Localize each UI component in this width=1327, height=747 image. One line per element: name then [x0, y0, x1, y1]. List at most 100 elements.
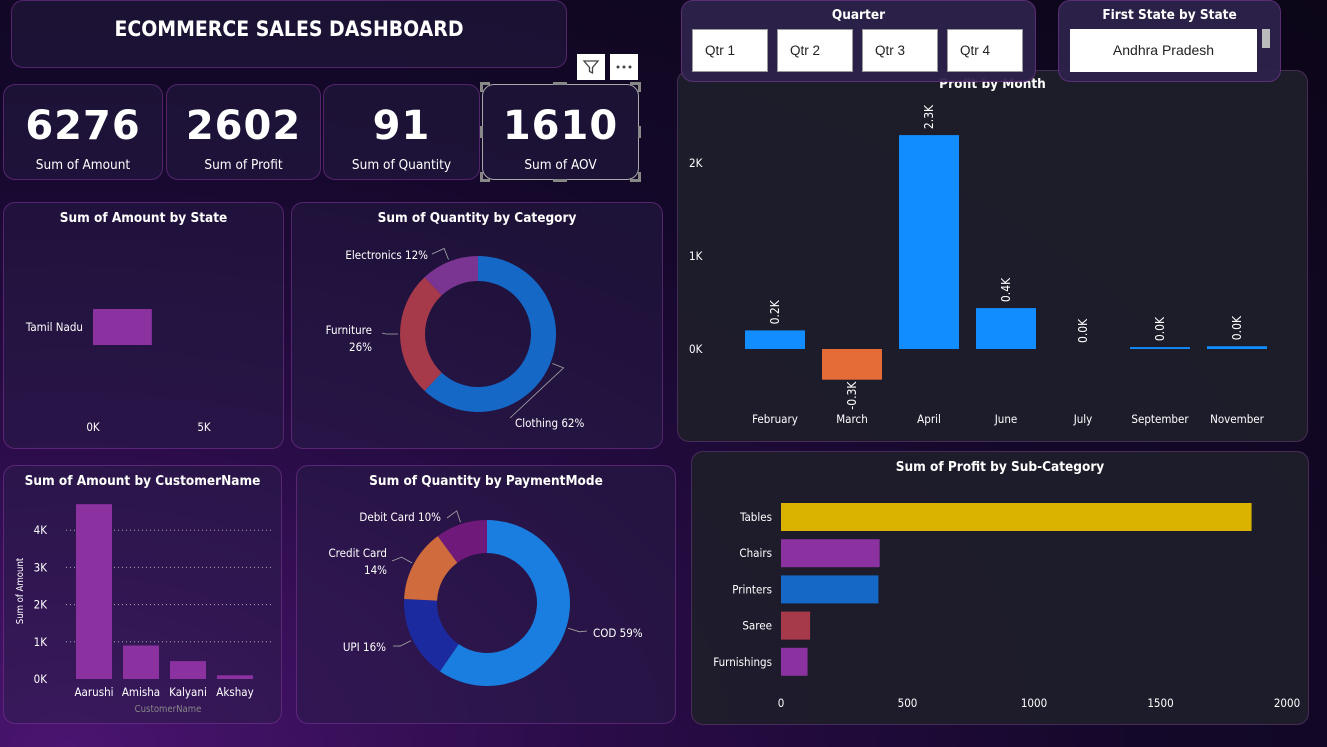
bar — [781, 503, 1252, 531]
bar — [93, 309, 152, 345]
bar — [217, 675, 253, 679]
resize-handle[interactable] — [480, 126, 483, 138]
data-label: Furniture — [326, 323, 372, 337]
more-options-icon — [616, 65, 632, 69]
x-tick-label: 0K — [86, 420, 100, 434]
x-tick-label: Akshay — [216, 685, 253, 699]
page-title: ECOMMERCE SALES DASHBOARD — [114, 17, 464, 41]
leader-line — [431, 247, 449, 260]
chart-quantity-by-payment[interactable]: Sum of Quantity by PaymentMode COD 59% UP… — [296, 465, 676, 724]
chart-profit-by-subcategory[interactable]: Sum of Profit by Sub-Category Tables Chai… — [691, 451, 1309, 725]
slicer-scrollbar[interactable] — [1262, 29, 1270, 48]
slicer-title: Quarter — [831, 7, 886, 23]
kpi-label: Sum of Amount — [35, 157, 131, 173]
x-tick-label: June — [994, 412, 1018, 426]
quantity-by-category-donut: Clothing 62% Furniture 26% Electronics 12% — [326, 247, 584, 430]
leader-line — [446, 510, 461, 523]
y-tick-label: 1K — [34, 635, 48, 649]
x-tick-label: September — [1131, 412, 1189, 426]
x-axis-title: CustomerName — [135, 704, 202, 715]
bar — [976, 308, 1036, 349]
y-tick-label: 2K — [34, 598, 48, 612]
data-label: Debit Card 10% — [359, 510, 441, 524]
chart-quantity-by-category[interactable]: Sum of Quantity by Category Clothing 62%… — [291, 202, 663, 449]
bar — [1207, 346, 1267, 349]
y-tick-label: Tables — [739, 510, 772, 524]
resize-handle[interactable] — [638, 82, 641, 92]
leader-line — [391, 556, 413, 564]
slicer-title: First State by State — [1102, 7, 1237, 23]
data-label: COD 59% — [593, 626, 643, 640]
x-tick-label: 500 — [898, 696, 918, 710]
profit-by-subcategory-plot: Tables Chairs Printers Saree Furnishings 0 500… — [713, 503, 1300, 710]
bar — [76, 504, 112, 679]
amount-by-state-plot: Tamil Nadu 0K 5K — [25, 309, 211, 434]
bar — [781, 611, 811, 640]
resize-handle[interactable] — [553, 82, 567, 85]
kpi-card-profit[interactable]: 2602 Sum of Profit — [166, 84, 321, 180]
y-tick-label: 3K — [34, 560, 48, 574]
x-tick-label: July — [1073, 412, 1093, 426]
data-label: 0.2K — [768, 299, 782, 324]
profit-by-month-plot: 0K 1K 2K February 0.2K March -0.3K April 2.3K Jun… — [689, 104, 1267, 426]
kpi-card-amount[interactable]: 6276 Sum of Amount — [3, 84, 163, 180]
quantity-by-payment-donut: COD 59% UPI 16% Credit Card 14% Debit Card 1… — [328, 510, 643, 686]
data-label: 26% — [349, 340, 372, 354]
x-tick-label: 2000 — [1274, 696, 1300, 710]
kpi-card-quantity[interactable]: 91 Sum of Quantity — [323, 84, 480, 180]
data-label: Credit Card — [328, 546, 387, 560]
y-tick-label: Furnishings — [713, 655, 772, 669]
y-tick-label: 4K — [34, 523, 48, 537]
data-label: 14% — [364, 563, 387, 577]
data-label: 2.3K — [922, 104, 936, 129]
y-tick-label: Chairs — [739, 546, 772, 560]
x-tick-label: November — [1210, 412, 1265, 426]
kpi-value: 1610 — [502, 103, 619, 149]
data-label: Electronics 12% — [345, 248, 428, 262]
resize-handle[interactable] — [553, 179, 567, 182]
x-tick-label: February — [752, 412, 798, 426]
resize-handle[interactable] — [638, 172, 641, 182]
x-tick-label: April — [917, 412, 941, 426]
chart-amount-by-state[interactable]: Sum of Amount by State Tamil Nadu 0K 5K — [3, 202, 284, 449]
data-label: Clothing 62% — [515, 416, 584, 430]
y-axis-title: Sum of Amount — [15, 557, 26, 624]
resize-handle[interactable] — [638, 126, 641, 138]
x-tick-label: 0 — [778, 696, 785, 710]
x-tick-label: Amisha — [122, 685, 160, 699]
y-tick-label: 0K — [34, 672, 48, 686]
filter-button[interactable] — [577, 54, 605, 80]
data-label: 0.0K — [1153, 316, 1167, 341]
bar — [899, 135, 959, 349]
y-tick-label: 2K — [689, 156, 703, 170]
state-slicer: First State by State Andhra Pradesh — [1058, 0, 1281, 82]
x-tick-label: 5K — [197, 420, 211, 434]
more-options-button[interactable] — [610, 54, 638, 80]
bar — [781, 575, 879, 604]
leader-line — [381, 332, 398, 335]
kpi-label: Sum of Profit — [204, 157, 283, 173]
slicer-option-qtr4[interactable]: Qtr 4 — [947, 29, 1023, 72]
bar — [123, 645, 159, 679]
donut-slice — [400, 277, 442, 391]
y-tick-label: Saree — [742, 619, 772, 633]
resize-handle[interactable] — [480, 82, 483, 92]
kpi-value: 2602 — [185, 103, 302, 149]
filter-icon — [582, 60, 600, 75]
slicer-option-qtr1[interactable]: Qtr 1 — [692, 29, 768, 72]
chart-amount-by-customer[interactable]: Sum of Amount by CustomerName 0K 1K 2K 3K 4K… — [3, 465, 282, 724]
x-tick-label: Kalyani — [169, 685, 207, 699]
x-tick-label: 1000 — [1021, 696, 1047, 710]
quarter-slicer: Quarter Qtr 1 Qtr 2 Qtr 3 Qtr 4 — [681, 0, 1036, 82]
y-tick-label: 0K — [689, 342, 703, 356]
title-panel: ECOMMERCE SALES DASHBOARD — [11, 0, 567, 68]
kpi-label: Sum of Quantity — [351, 157, 452, 173]
bar — [745, 330, 805, 349]
slicer-option-qtr2[interactable]: Qtr 2 — [777, 29, 853, 72]
kpi-card-aov[interactable]: 1610 Sum of AOV — [482, 84, 639, 180]
leader-line — [568, 627, 588, 633]
chart-profit-by-month[interactable]: Profit by Month 0K 1K 2K February 0.2K March -… — [677, 70, 1308, 442]
slicer-option-qtr3[interactable]: Qtr 3 — [862, 29, 938, 72]
resize-handle[interactable] — [480, 172, 483, 182]
state-dropdown[interactable]: Andhra Pradesh — [1070, 29, 1257, 72]
